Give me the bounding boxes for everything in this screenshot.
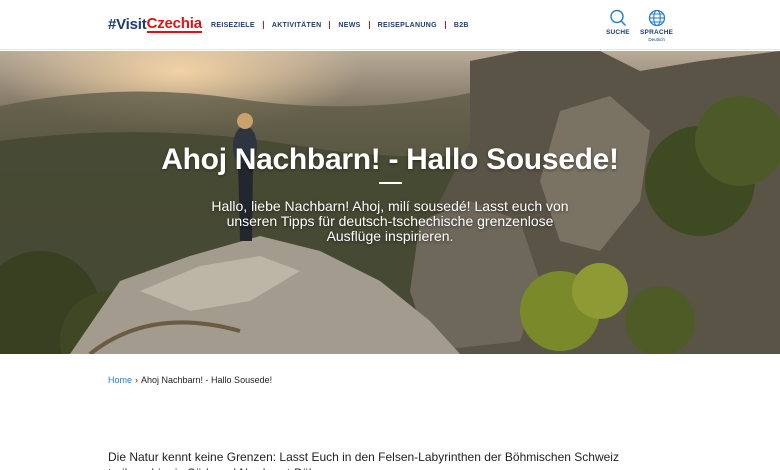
logo-brand-text: Czechia — [146, 15, 202, 33]
language-label: SPRACHE — [640, 29, 674, 36]
nav-item-aktivitaeten[interactable]: AKTIVITÄTEN — [272, 22, 322, 29]
breadcrumb-separator: › — [135, 375, 139, 385]
hero-subtitle: Hallo, liebe Nachbarn! Ahoj, milí soused… — [211, 198, 569, 244]
hero-divider — [379, 182, 402, 184]
intro-paragraph-line1: Die Natur kennt keine Grenzen: Lasst Euc… — [108, 450, 619, 464]
intro-paragraph-line2: treiben, hier in Süd- und Nordwest-Böhme… — [108, 465, 668, 470]
nav-item-news[interactable]: NEWS — [338, 22, 360, 29]
globe-icon — [648, 9, 665, 27]
visitczechia-logo[interactable]: #Visit Czechia — [108, 16, 202, 33]
search-icon — [610, 9, 626, 26]
logo-hash-text: #Visit — [108, 16, 147, 33]
nav-item-reiseplanung[interactable]: REISEPLANUNG — [378, 22, 437, 29]
nav-separator — [368, 21, 370, 29]
hero-title: Ahoj Nachbarn! - Hallo Sousede! — [161, 143, 619, 176]
nav-item-reiseziele[interactable]: REISEZIELE — [211, 22, 255, 29]
hero-banner: Ahoj Nachbarn! - Hallo Sousede! Hallo, l… — [0, 51, 780, 354]
breadcrumb-home-link[interactable]: Home — [108, 375, 132, 385]
site-header: #Visit Czechia REISEZIELE AKTIVITÄTEN NEW… — [0, 0, 780, 50]
nav-separator — [444, 21, 446, 29]
nav-separator — [329, 21, 331, 29]
main-nav: REISEZIELE AKTIVITÄTEN NEWS REISEPLANUNG… — [211, 21, 469, 29]
search-button[interactable]: SUCHE — [606, 9, 630, 36]
language-current: Deutsch — [648, 37, 665, 42]
nav-item-b2b[interactable]: B2B — [454, 22, 469, 29]
nav-separator — [262, 21, 264, 29]
language-button[interactable]: SPRACHE Deutsch — [640, 9, 673, 42]
search-label: SUCHE — [606, 29, 630, 36]
breadcrumb: Home › Ahoj Nachbarn! - Hallo Sousede! — [108, 375, 272, 385]
breadcrumb-current: Ahoj Nachbarn! - Hallo Sousede! — [141, 375, 273, 385]
